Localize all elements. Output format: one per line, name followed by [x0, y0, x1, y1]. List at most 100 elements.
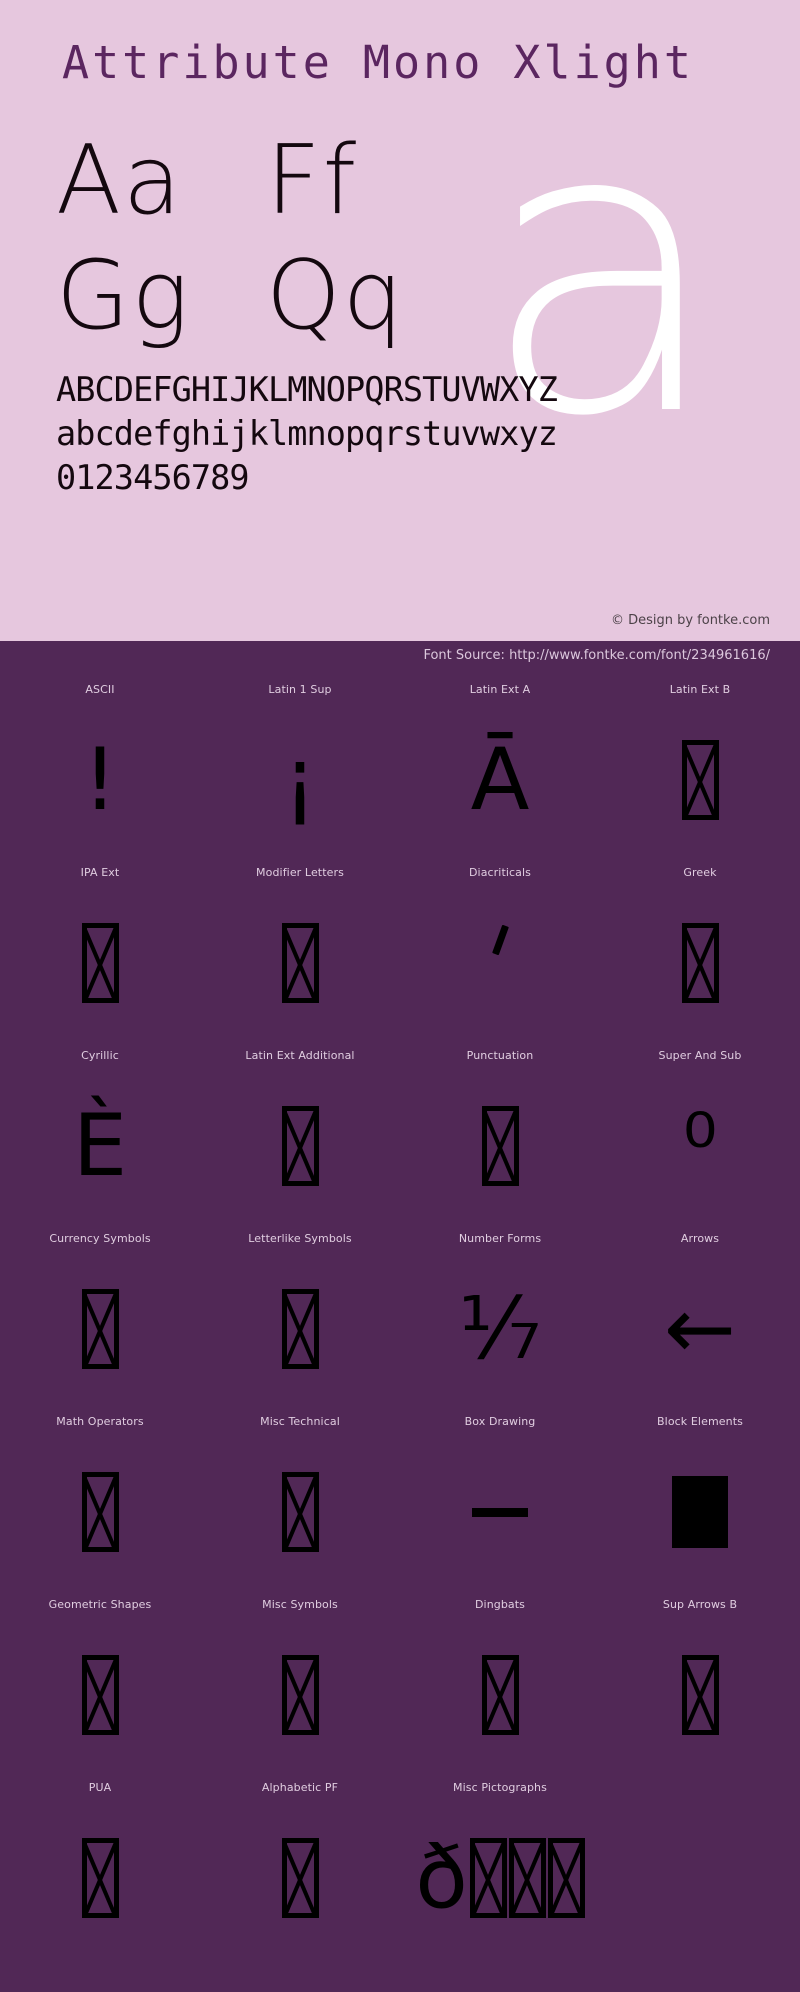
- unicode-block-sample: ←: [600, 1254, 800, 1404]
- notdef-glyph-box: [81, 1655, 119, 1735]
- unicode-block-sample: [600, 888, 800, 1038]
- design-credit: © Design by fontke.com: [610, 613, 770, 628]
- unicode-block-label: Latin Ext Additional: [245, 1049, 355, 1062]
- unicode-block-sample: ⅐: [400, 1254, 600, 1404]
- notdef-glyph-box: [547, 1838, 585, 1918]
- specimen-panel: a Attribute Mono Xlight Aa Ff Gg Qq ABCD…: [0, 0, 800, 641]
- unicode-block-cell: Box Drawing: [400, 1415, 600, 1598]
- unicode-block-label: Cyrillic: [81, 1049, 119, 1062]
- unicode-block-sample: [0, 1437, 200, 1587]
- unicode-block-sample: [200, 1437, 400, 1587]
- notdef-glyph-box: [81, 1838, 119, 1918]
- unicode-block-cell: Misc Pictographs ð: [400, 1781, 600, 1964]
- unicode-block-label: PUA: [88, 1781, 112, 1794]
- unicode-block-cell: Geometric Shapes: [0, 1598, 200, 1781]
- unicode-block-cell: Latin Ext A Ā: [400, 683, 600, 866]
- unicode-block-sample: [200, 1803, 400, 1953]
- unicode-block-label: Box Drawing: [464, 1415, 536, 1428]
- unicode-block-cell: PUA: [0, 1781, 200, 1964]
- letter-pairs-grid: Aa Ff Gg Qq: [56, 124, 476, 354]
- letter-pair-gg: Gg: [56, 241, 191, 351]
- notdef-glyph-box: [469, 1838, 507, 1918]
- letter-pair-qq: Qq: [266, 241, 406, 351]
- unicode-block-label: Alphabetic PF: [261, 1781, 339, 1794]
- unicode-block-cell: Punctuation: [400, 1049, 600, 1232]
- unicode-block-cell: Alphabetic PF: [200, 1781, 400, 1964]
- unicode-block-sample: [600, 1803, 800, 1953]
- unicode-block-sample: [600, 705, 800, 855]
- notdef-glyph-box: [81, 1472, 119, 1552]
- unicode-block-sample: Ā: [400, 705, 600, 855]
- sample-glyph: ¡: [282, 730, 318, 830]
- unicode-block-label: Number Forms: [458, 1232, 542, 1245]
- notdef-glyph-box: [681, 1655, 719, 1735]
- unicode-block-cell: Latin Ext B: [600, 683, 800, 866]
- unicode-block-label: Super And Sub: [658, 1049, 742, 1062]
- unicode-block-sample: [0, 1254, 200, 1404]
- notdef-glyph-box: [281, 1655, 319, 1735]
- unicode-block-cell: Latin 1 Sup ¡: [200, 683, 400, 866]
- unicode-block-label: ASCII: [85, 683, 115, 696]
- unicode-block-label: IPA Ext: [80, 866, 120, 879]
- sample-glyph: Ā: [470, 730, 530, 830]
- unicode-block-sample: [0, 1620, 200, 1770]
- sample-glyph: È: [72, 1096, 128, 1196]
- font-source-link[interactable]: Font Source: http://www.fontke.com/font/…: [423, 648, 770, 663]
- notdef-glyph-box: [281, 1472, 319, 1552]
- unicode-block-cell: Arrows ←: [600, 1232, 800, 1415]
- notdef-glyph-box: [281, 1838, 319, 1918]
- unicode-block-cell: Diacriticals: [400, 866, 600, 1049]
- full-block-glyph: [672, 1476, 728, 1548]
- unicode-block-sample: !: [0, 705, 200, 855]
- notdef-glyph-box: [681, 923, 719, 1003]
- unicode-block-label: Punctuation: [466, 1049, 534, 1062]
- notdef-glyph-box: [481, 1655, 519, 1735]
- unicode-block-cell: Math Operators: [0, 1415, 200, 1598]
- unicode-block-sample: [0, 888, 200, 1038]
- combining-grave-accent-glyph: [491, 924, 509, 956]
- unicode-block-sample: [200, 1071, 400, 1221]
- sample-glyph: ⁰: [682, 1096, 718, 1196]
- unicode-block-cell: Latin Ext Additional: [200, 1049, 400, 1232]
- alphabet-block: ABCDEFGHIJKLMNOPQRSTUVWXYZ abcdefghijklm…: [56, 368, 756, 500]
- unicode-block-label: Misc Symbols: [262, 1598, 338, 1611]
- unicode-block-label: Arrows: [680, 1232, 720, 1245]
- unicode-block-cell: Dingbats: [400, 1598, 600, 1781]
- sample-glyph: !: [82, 730, 118, 830]
- unicode-block-label: Letterlike Symbols: [248, 1232, 352, 1245]
- unicode-block-label: Sup Arrows B: [662, 1598, 738, 1611]
- unicode-block-label: Math Operators: [56, 1415, 144, 1428]
- unicode-block-cell: Letterlike Symbols: [200, 1232, 400, 1415]
- unicode-block-cell: Block Elements: [600, 1415, 800, 1598]
- unicode-block-sample: [0, 1803, 200, 1953]
- unicode-block-label: Latin Ext B: [669, 683, 731, 696]
- unicode-block-sample: [400, 1071, 600, 1221]
- unicode-block-cell: Cyrillic È: [0, 1049, 200, 1232]
- notdef-glyph-box: [681, 740, 719, 820]
- unicode-block-cell: Misc Symbols: [200, 1598, 400, 1781]
- unicode-block-sample: [200, 1254, 400, 1404]
- sample-glyph: ð: [415, 1828, 468, 1928]
- font-title: Attribute Mono Xlight: [62, 36, 694, 89]
- notdef-glyph-box: [481, 1106, 519, 1186]
- unicode-block-cell: Sup Arrows B: [600, 1598, 800, 1781]
- unicode-block-label: Diacriticals: [468, 866, 532, 879]
- box-drawing-horizontal-glyph: [472, 1507, 528, 1517]
- alphabet-uppercase: ABCDEFGHIJKLMNOPQRSTUVWXYZ: [56, 370, 558, 409]
- unicode-blocks-grid: ASCII! Latin 1 Sup ¡ Latin Ext A Ā Latin Ext …: [0, 683, 800, 1964]
- unicode-block-label: Block Elements: [657, 1415, 743, 1428]
- notdef-glyph-box: [281, 923, 319, 1003]
- sample-glyph: ←: [663, 1279, 737, 1379]
- unicode-block-cell: Super And Sub ⁰: [600, 1049, 800, 1232]
- unicode-block-sample: [400, 1437, 600, 1587]
- unicode-block-label: Currency Symbols: [49, 1232, 151, 1245]
- unicode-block-label: Misc Pictographs: [453, 1781, 547, 1794]
- unicode-block-cell: Number Forms ⅐: [400, 1232, 600, 1415]
- unicode-block-cell: IPA Ext: [0, 866, 200, 1049]
- unicode-block-label: Geometric Shapes: [48, 1598, 152, 1611]
- notdef-glyph-box: [81, 1289, 119, 1369]
- unicode-block-cell: Misc Technical: [200, 1415, 400, 1598]
- unicode-coverage-panel: Font Source: http://www.fontke.com/font/…: [0, 641, 800, 1992]
- unicode-block-label: Latin Ext A: [469, 683, 531, 696]
- unicode-block-sample: [200, 888, 400, 1038]
